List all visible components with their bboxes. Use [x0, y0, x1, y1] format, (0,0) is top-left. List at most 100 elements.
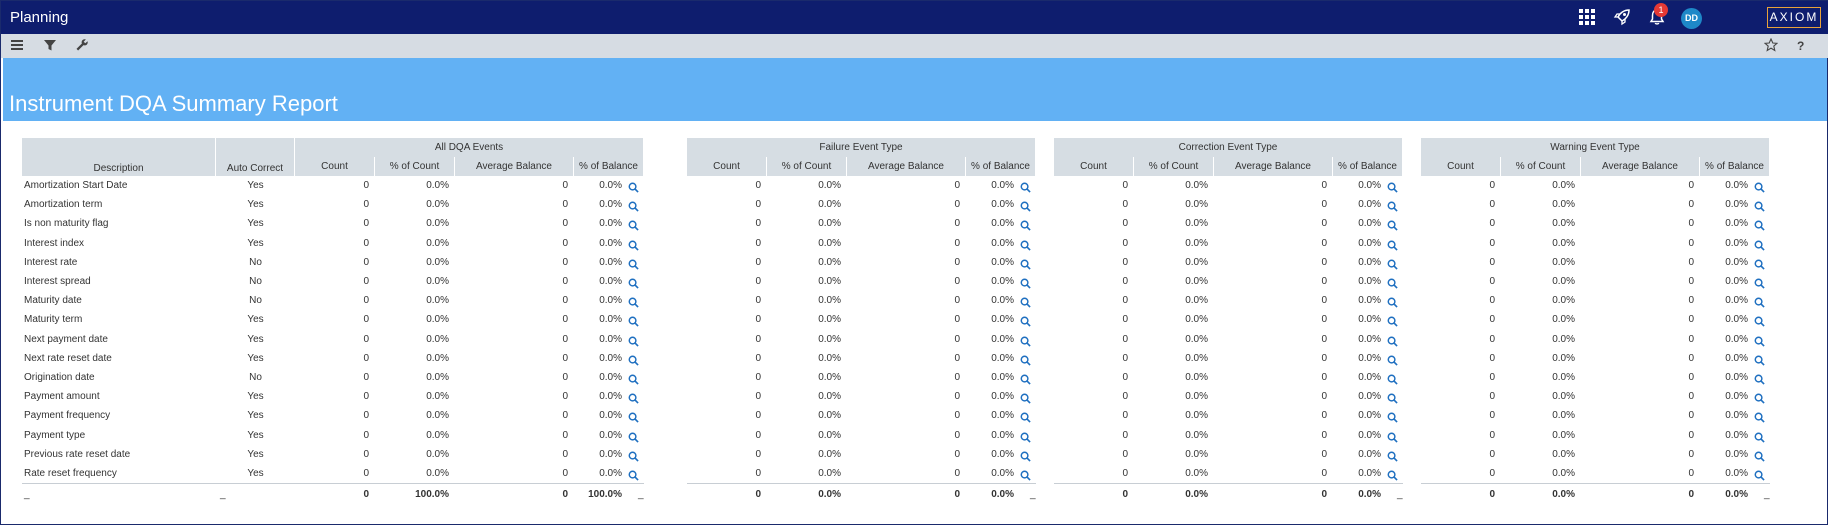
help-icon[interactable]: ? — [1797, 38, 1813, 54]
magnifier-icon[interactable] — [628, 276, 640, 289]
magnifier-icon[interactable] — [628, 391, 640, 404]
magnifier-icon[interactable] — [1020, 314, 1032, 328]
magnifier-icon[interactable] — [1020, 353, 1032, 366]
table-cell: 0 — [954, 295, 960, 307]
magnifier-icon[interactable] — [628, 295, 640, 308]
grid-icon[interactable] — [1578, 8, 1598, 28]
magnifier-icon[interactable] — [628, 238, 640, 251]
row-auto-correct: Yes — [247, 410, 264, 422]
magnifier-icon[interactable] — [1020, 199, 1032, 212]
table-cell: 0 — [562, 391, 568, 403]
magnifier-icon[interactable] — [1387, 372, 1399, 385]
magnifier-icon[interactable] — [1020, 430, 1032, 443]
magnifier-icon[interactable] — [1754, 334, 1766, 347]
magnifier-icon[interactable] — [628, 314, 640, 328]
magnifier-icon[interactable] — [1754, 468, 1766, 481]
magnifier-icon[interactable] — [1387, 238, 1399, 251]
magnifier-icon[interactable] — [628, 430, 640, 443]
magnifier-icon[interactable] — [1387, 410, 1399, 424]
table-cell: 0 — [1489, 372, 1495, 383]
magnifier-icon[interactable] — [1387, 353, 1399, 366]
magnifier-icon[interactable] — [628, 449, 640, 462]
wrench-icon[interactable] — [75, 38, 91, 54]
row-auto-correct: Yes — [247, 333, 264, 345]
table-cell: 0 — [1688, 352, 1694, 364]
table-cell: 0 — [363, 237, 369, 249]
magnifier-icon[interactable] — [1387, 257, 1399, 270]
magnifier-icon[interactable] — [628, 334, 640, 347]
magnifier-icon[interactable] — [628, 372, 640, 385]
total-divider — [22, 483, 295, 485]
magnifier-icon[interactable] — [1754, 276, 1766, 289]
magnifier-icon[interactable] — [628, 468, 640, 481]
table-cell: 0.0% — [991, 468, 1014, 479]
magnifier-icon[interactable] — [1020, 372, 1032, 385]
magnifier-icon[interactable] — [1754, 218, 1766, 232]
table-cell: 0 — [1122, 352, 1128, 364]
avatar[interactable]: DD — [1681, 8, 1702, 29]
magnifier-icon[interactable] — [1754, 314, 1766, 328]
magnifier-icon[interactable] — [1020, 391, 1032, 404]
magnifier-icon[interactable] — [1387, 218, 1399, 232]
magnifier-icon[interactable] — [1020, 295, 1032, 308]
star-icon[interactable] — [1763, 37, 1780, 54]
magnifier-icon[interactable] — [1754, 257, 1766, 270]
table-cell: 0.0% — [1358, 372, 1381, 383]
magnifier-icon[interactable] — [628, 180, 640, 193]
magnifier-icon[interactable] — [1387, 468, 1399, 481]
magnifier-icon[interactable] — [1387, 314, 1399, 328]
magnifier-icon[interactable] — [1754, 353, 1766, 366]
table-cell: 0.0% — [1552, 199, 1575, 211]
table-cell: 0.0% — [1725, 468, 1748, 479]
magnifier-icon[interactable] — [1387, 449, 1399, 462]
magnifier-icon[interactable] — [1020, 238, 1032, 251]
magnifier-icon[interactable] — [1020, 180, 1032, 193]
magnifier-icon[interactable] — [628, 410, 640, 424]
table-cell: 0 — [1688, 314, 1694, 326]
hamburger-icon[interactable] — [10, 38, 26, 54]
magnifier-icon[interactable] — [1754, 295, 1766, 308]
magnifier-icon[interactable] — [1387, 295, 1399, 308]
magnifier-icon[interactable] — [628, 353, 640, 366]
magnifier-icon[interactable] — [628, 199, 640, 212]
magnifier-icon[interactable] — [1387, 180, 1399, 193]
magnifier-icon[interactable] — [1020, 334, 1032, 347]
magnifier-icon[interactable] — [1020, 449, 1032, 462]
filter-icon[interactable] — [43, 38, 59, 54]
table-cell: 0.0% — [991, 391, 1014, 403]
row-auto-correct: Yes — [247, 199, 264, 211]
total-cell: 0 — [1122, 489, 1128, 501]
magnifier-icon[interactable] — [1387, 391, 1399, 404]
magnifier-icon[interactable] — [1387, 276, 1399, 289]
magnifier-icon[interactable] — [628, 218, 640, 232]
magnifier-icon[interactable] — [1754, 238, 1766, 251]
magnifier-icon[interactable] — [1020, 257, 1032, 270]
table-cell: 0 — [1321, 448, 1327, 460]
magnifier-icon[interactable] — [1020, 410, 1032, 424]
magnifier-icon[interactable] — [1754, 430, 1766, 443]
magnifier-icon[interactable] — [1754, 180, 1766, 193]
magnifier-icon[interactable] — [628, 257, 640, 270]
table-cell: 0.0% — [991, 352, 1014, 364]
table-cell: 0 — [1321, 372, 1327, 383]
magnifier-icon[interactable] — [1754, 372, 1766, 385]
table-cell: 0.0% — [599, 276, 622, 287]
rocket-icon[interactable] — [1613, 8, 1633, 28]
magnifier-icon[interactable] — [1387, 430, 1399, 443]
table-cell: 0 — [954, 429, 960, 441]
table-cell: 0 — [954, 199, 960, 211]
magnifier-icon[interactable] — [1020, 276, 1032, 289]
magnifier-icon[interactable] — [1754, 410, 1766, 424]
table-cell: 0 — [1489, 199, 1495, 211]
magnifier-icon[interactable] — [1754, 391, 1766, 404]
table-cell: 0.0% — [818, 333, 841, 345]
table-cell: 0 — [562, 372, 568, 383]
table-cell: 0 — [1688, 333, 1694, 345]
magnifier-icon[interactable] — [1754, 449, 1766, 462]
magnifier-icon[interactable] — [1387, 199, 1399, 212]
magnifier-icon[interactable] — [1020, 218, 1032, 232]
magnifier-icon[interactable] — [1020, 468, 1032, 481]
magnifier-icon[interactable] — [1754, 199, 1766, 212]
table-cell: 0.0% — [1552, 256, 1575, 268]
magnifier-icon[interactable] — [1387, 334, 1399, 347]
